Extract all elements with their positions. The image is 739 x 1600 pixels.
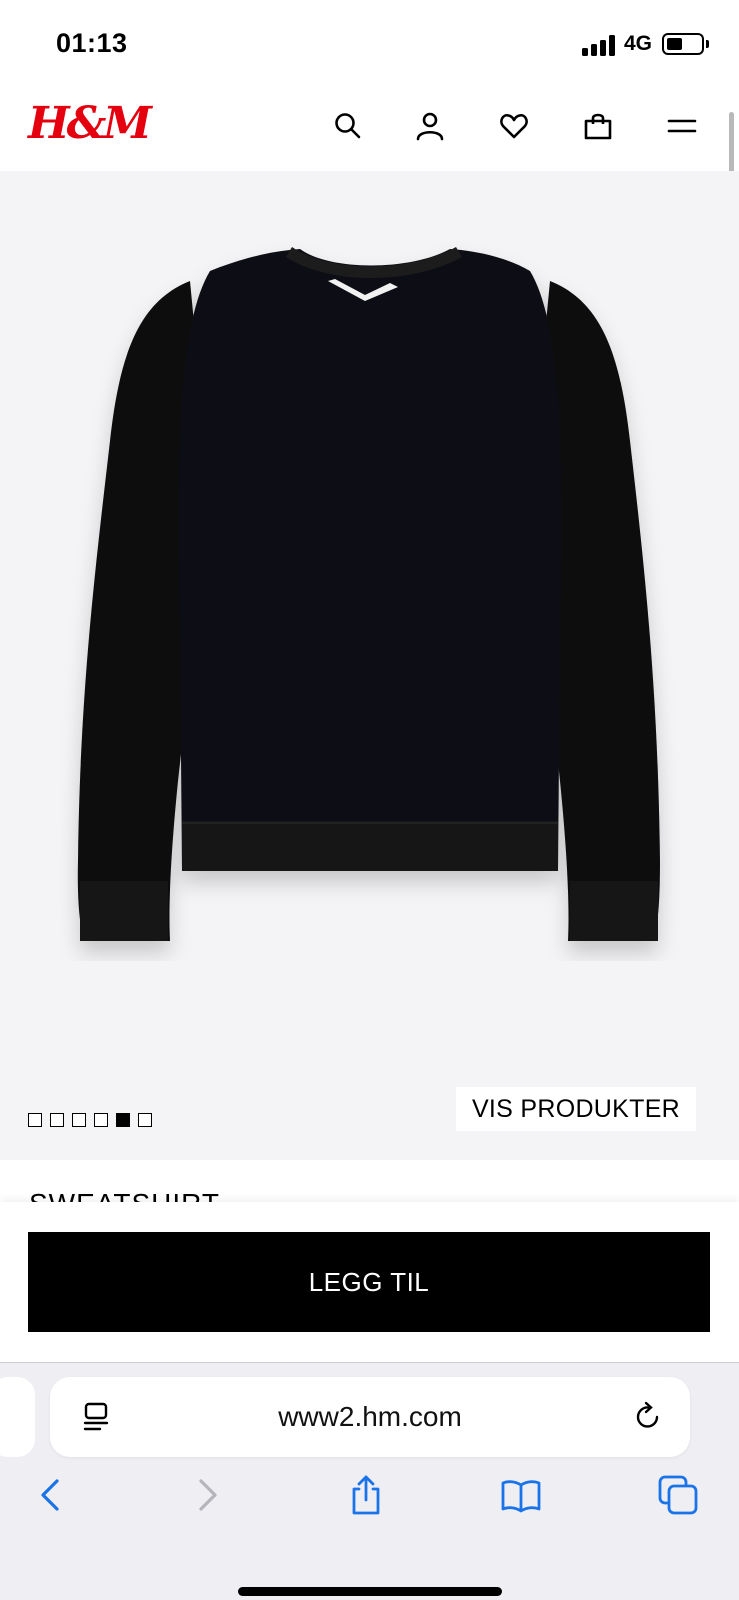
gallery-dot[interactable]: [116, 1113, 130, 1127]
back-icon[interactable]: [27, 1471, 75, 1519]
home-indicator: [238, 1587, 502, 1596]
hm-logo[interactable]: H&M: [28, 102, 152, 146]
gallery-pagination: [28, 1113, 152, 1127]
battery-tip: [706, 40, 709, 48]
shopping-bag-icon[interactable]: [580, 108, 616, 144]
gallery-dot[interactable]: [50, 1113, 64, 1127]
status-time: 01:13: [56, 28, 128, 58]
browser-toolbar: www2.hm.com: [0, 1362, 739, 1600]
screen: 01:13 4G H&M VIS PRODUKTER SWEATSHIRT LE…: [0, 0, 739, 1600]
menu-icon[interactable]: [664, 108, 700, 144]
site-header: H&M: [0, 90, 739, 170]
add-to-cart-bar: LEGG TIL: [0, 1202, 739, 1362]
gallery-dot[interactable]: [28, 1113, 42, 1127]
bookmarks-icon[interactable]: [497, 1471, 545, 1519]
gallery-dot[interactable]: [72, 1113, 86, 1127]
signal-icon: [582, 34, 618, 56]
product-image-gallery[interactable]: [0, 171, 739, 1161]
sweatshirt-image: [77, 247, 660, 941]
status-bar: 01:13 4G: [0, 0, 739, 90]
address-bar[interactable]: www2.hm.com: [50, 1377, 690, 1457]
share-icon[interactable]: [342, 1471, 390, 1519]
battery-icon: [662, 33, 704, 55]
search-icon[interactable]: [330, 108, 366, 144]
product-title-container: SWEATSHIRT: [0, 1160, 739, 1204]
network-label: 4G: [624, 32, 653, 55]
forward-icon[interactable]: [183, 1471, 231, 1519]
reload-icon[interactable]: [630, 1399, 666, 1435]
gallery-dot[interactable]: [138, 1113, 152, 1127]
gallery-dot[interactable]: [94, 1113, 108, 1127]
heart-icon[interactable]: [496, 108, 532, 144]
url-text: www2.hm.com: [278, 1401, 462, 1432]
add-to-cart-button[interactable]: LEGG TIL: [28, 1232, 710, 1332]
show-products-button[interactable]: VIS PRODUKTER: [456, 1087, 696, 1131]
previous-tab-preview[interactable]: [0, 1377, 35, 1457]
tabs-icon[interactable]: [654, 1471, 702, 1519]
account-icon[interactable]: [412, 108, 448, 144]
